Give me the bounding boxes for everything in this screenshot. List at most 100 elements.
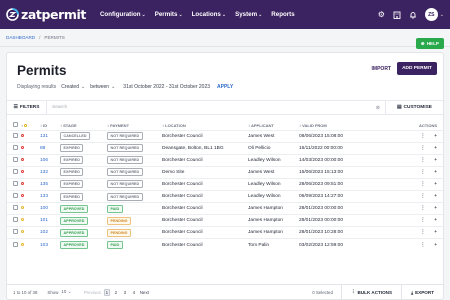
page-button-1[interactable]: 1 xyxy=(103,288,110,296)
permits-table: ↕ ↕ ID ↕ STAGE ↕ PAYMENT ↕ LOCATION ↕ AP… xyxy=(7,121,443,251)
more-options-icon[interactable]: ⋮ xyxy=(420,158,425,163)
table-row[interactable]: 103 APPROVED PAID Borchester Council Tom Pal… xyxy=(7,238,443,251)
permit-id-link[interactable]: 131 xyxy=(40,129,60,143)
payment-badge: PENDING xyxy=(107,216,132,225)
building-icon[interactable] xyxy=(393,10,402,19)
row-checkbox[interactable] xyxy=(13,180,18,186)
page-button-2[interactable]: 2 xyxy=(113,289,119,296)
payment-badge: NOT REQUIRED xyxy=(107,144,143,153)
table-row[interactable]: 102 APPROVED PENDING Borchester Council Jame… xyxy=(7,226,443,239)
expand-row-icon[interactable]: + xyxy=(434,146,437,151)
nav-item-locations[interactable]: Locations ⌄ xyxy=(192,11,226,18)
permit-id-link[interactable]: 103 xyxy=(40,238,60,251)
expand-row-icon[interactable]: + xyxy=(434,206,437,211)
help-button[interactable]: ⊕ HELP xyxy=(415,38,444,49)
search-input[interactable]: Search ⊗ xyxy=(47,105,385,111)
chevron-down-icon[interactable]: ⌄ xyxy=(440,12,444,18)
permit-id-link[interactable]: 100 xyxy=(40,202,60,215)
col-valid-from[interactable]: ↕ VALID FROM xyxy=(299,121,367,130)
permit-id-link[interactable]: 101 xyxy=(40,214,60,227)
nav-item-system[interactable]: System ⌄ xyxy=(235,11,262,18)
customise-button[interactable]: ▤ CUSTOMISE xyxy=(385,101,443,114)
row-checkbox[interactable] xyxy=(13,205,18,211)
page-size-control: Show 10 ⌄ xyxy=(47,289,71,295)
table-row[interactable]: 131 CANCELLED NOT REQUIRED Borchester Counc… xyxy=(7,129,443,143)
help-circle-icon: ⊕ xyxy=(420,40,425,46)
expand-row-icon[interactable]: + xyxy=(434,243,437,248)
permit-id-link[interactable]: 106 xyxy=(40,153,60,167)
col-applicant[interactable]: ↕ APPLICANT xyxy=(248,121,299,130)
more-options-icon[interactable]: ⋮ xyxy=(420,243,425,248)
filter-operator-select[interactable]: between ⌄ xyxy=(90,84,115,90)
permit-id-link[interactable]: 102 xyxy=(40,226,60,239)
bulk-actions-label: BULK ACTIONS xyxy=(357,289,393,295)
more-options-icon[interactable]: ⋮ xyxy=(420,170,425,175)
row-checkbox[interactable] xyxy=(13,168,18,174)
nav-item-permits[interactable]: Permits ⌄ xyxy=(155,11,183,18)
table-row[interactable]: 132 EXPIRED NOT REQUIRED Demo Site James Wes… xyxy=(7,165,443,179)
expand-row-icon[interactable]: + xyxy=(434,134,437,139)
expand-row-icon[interactable]: + xyxy=(434,170,437,175)
table-row[interactable]: 135 EXPIRED NOT REQUIRED Borchester Council… xyxy=(7,177,443,191)
more-options-icon[interactable]: ⋮ xyxy=(420,146,425,151)
actions-cell: ⋮ + xyxy=(367,202,443,215)
bell-icon[interactable] xyxy=(409,10,418,19)
row-checkbox[interactable] xyxy=(13,156,18,162)
apply-button[interactable]: APPLY xyxy=(217,84,233,90)
user-avatar[interactable]: ZS xyxy=(424,8,438,21)
expand-row-icon[interactable]: + xyxy=(434,158,437,163)
expand-row-icon[interactable]: + xyxy=(434,194,437,199)
nav-item-reports[interactable]: Reports xyxy=(271,11,294,18)
status-header[interactable]: ↕ xyxy=(21,121,40,130)
col-id[interactable]: ↕ ID xyxy=(40,121,60,130)
filter-field-value: Created xyxy=(61,84,79,90)
filters-button[interactable]: ☰ FILTERS xyxy=(7,101,47,114)
col-stage[interactable]: ↕ STAGE xyxy=(60,121,107,130)
next-page-button[interactable]: Next xyxy=(140,289,149,296)
filter-lines-icon: ☰ xyxy=(13,105,18,110)
import-button[interactable]: IMPORT xyxy=(372,66,391,72)
gear-icon[interactable]: ⚙ xyxy=(377,10,386,19)
expand-row-icon[interactable]: + xyxy=(434,182,437,187)
expand-row-icon[interactable]: + xyxy=(434,218,437,223)
permit-id-link[interactable]: 135 xyxy=(40,177,60,191)
filter-field-select[interactable]: Created ⌄ xyxy=(61,84,85,90)
permit-id-link[interactable]: 133 xyxy=(40,189,60,203)
export-button[interactable]: ⤓ EXPORT xyxy=(401,285,443,299)
previous-page-button[interactable]: Previous xyxy=(84,289,101,296)
row-checkbox[interactable] xyxy=(13,229,18,235)
permit-id-link[interactable]: 88 xyxy=(40,141,60,155)
select-all-checkbox[interactable] xyxy=(13,122,18,128)
bulk-actions-button[interactable]: ⋮ BULK ACTIONS xyxy=(340,285,401,299)
add-permit-button[interactable]: ADD PERMIT xyxy=(397,62,437,75)
expand-row-icon[interactable]: + xyxy=(434,230,437,235)
row-checkbox[interactable] xyxy=(13,217,18,223)
row-checkbox[interactable] xyxy=(13,241,18,247)
table-row[interactable]: 100 APPROVED PAID Borchester Council James H… xyxy=(7,202,443,215)
permit-id-link[interactable]: 132 xyxy=(40,165,60,179)
table-row[interactable]: 88 EXPIRED NOT REQUIRED Deansgate, Bolton, … xyxy=(7,141,443,155)
row-checkbox[interactable] xyxy=(13,144,18,150)
breadcrumb-dashboard[interactable]: DASHBOARD xyxy=(6,35,35,40)
more-options-icon[interactable]: ⋮ xyxy=(420,206,425,211)
page-button-3[interactable]: 3 xyxy=(122,289,128,296)
page-size-select[interactable]: 10 ⌄ xyxy=(61,289,71,295)
logo[interactable]: zatpermit xyxy=(6,7,86,22)
more-options-icon[interactable]: ⋮ xyxy=(420,218,425,223)
col-payment[interactable]: ↕ PAYMENT xyxy=(107,121,162,130)
more-options-icon[interactable]: ⋮ xyxy=(420,230,425,235)
table-row[interactable]: 106 EXPIRED NOT REQUIRED Borchester Council… xyxy=(7,153,443,167)
clear-search-icon[interactable]: ⊗ xyxy=(376,105,380,111)
filter-date-range[interactable]: 31st October 2022 - 31st October 2023 xyxy=(123,84,210,90)
row-checkbox[interactable] xyxy=(13,193,18,199)
page-button-4[interactable]: 4 xyxy=(131,289,137,296)
nav-item-configuration[interactable]: Configuration ⌄ xyxy=(100,11,146,18)
payment-badge: NOT REQUIRED xyxy=(107,156,143,165)
row-checkbox[interactable] xyxy=(13,132,18,138)
more-options-icon[interactable]: ⋮ xyxy=(420,182,425,187)
col-location[interactable]: ↕ LOCATION xyxy=(162,121,248,130)
more-options-icon[interactable]: ⋮ xyxy=(420,134,425,139)
table-row[interactable]: 133 EXPIRED NOT REQUIRED Borchester Council… xyxy=(7,189,443,203)
table-row[interactable]: 101 APPROVED PENDING Borchester Council Jame… xyxy=(7,214,443,227)
more-options-icon[interactable]: ⋮ xyxy=(420,194,425,199)
